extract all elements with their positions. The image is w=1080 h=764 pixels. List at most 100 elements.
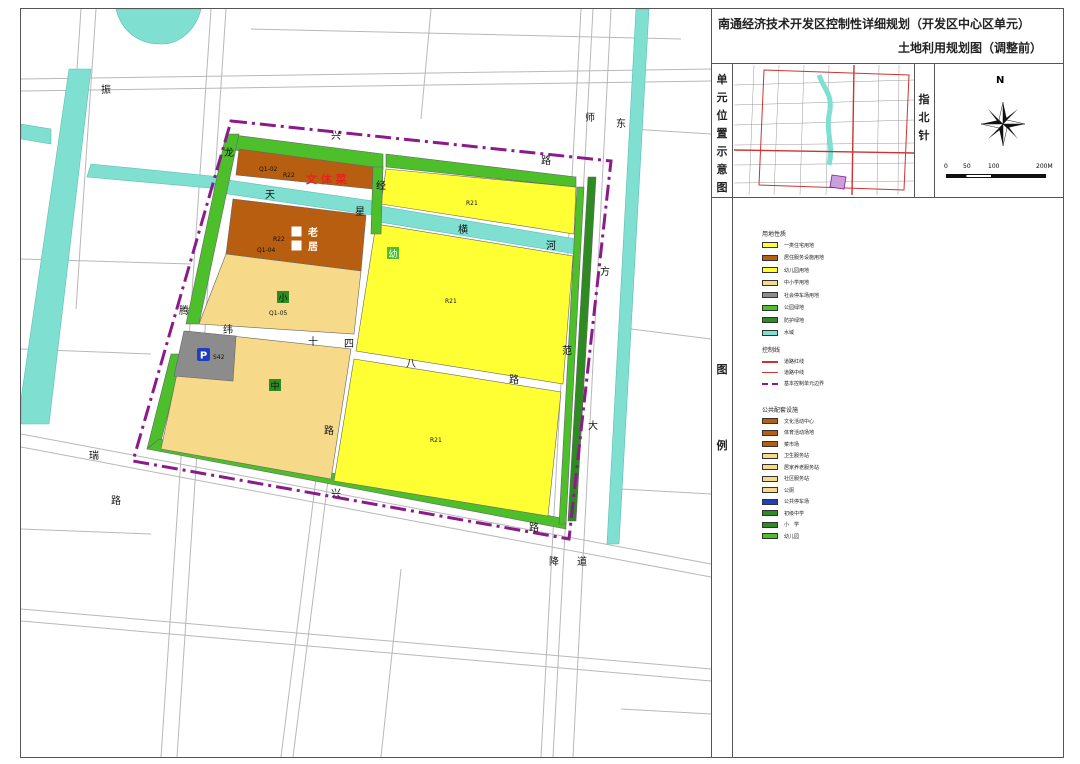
road-char: 路 (529, 521, 539, 534)
road-char: 腾 (179, 304, 189, 317)
parcel-code: R21 (430, 437, 442, 444)
info-panel: 南通经济技术开发区控制性详细规划（开发区中心区单元） 土地利用规划图（调整前） … (711, 9, 1064, 757)
legend-item: 道路红线 (762, 357, 804, 365)
legend-item: 水域 (762, 329, 794, 337)
road-line (380, 568, 402, 757)
legend-item: 菜市场 (762, 440, 799, 448)
road-char: 路 (324, 424, 334, 437)
legend-label: 中小学用地 (784, 280, 810, 286)
primary-school-glyph: 小 (278, 293, 287, 304)
legend-swatch (762, 254, 778, 261)
road-char: 瑞 (89, 450, 99, 462)
road-char: 东 (616, 117, 626, 130)
parking-glyph: P (200, 351, 207, 362)
road-char: 振 (101, 83, 111, 96)
legend-label: 道路中线 (784, 369, 805, 376)
legend-label: 幼儿园用地 (784, 267, 810, 274)
road-char: 大 (588, 419, 598, 432)
road-char: 纬 (223, 323, 233, 336)
legend-item: 幼儿园用地 (762, 266, 809, 274)
legend-label: 菜市场 (784, 441, 800, 448)
divider (914, 63, 915, 197)
legend-item: 道路中线 (762, 368, 804, 376)
road-line (21, 528, 152, 535)
land-use-title: 用地性质 (762, 231, 787, 238)
legend-label: 幼儿园 (784, 533, 800, 540)
road-line (21, 620, 711, 682)
road-char: 十 (308, 335, 318, 348)
north-arrow-label: 指 北 针 (918, 93, 930, 142)
legend-label: 公共停车场 (784, 499, 810, 505)
location-map (734, 65, 914, 195)
legend-label-top: 图 (716, 363, 728, 376)
legend-item: 一类住宅用地 (762, 241, 814, 249)
legend-label: 一类住宅用地 (784, 242, 815, 249)
legend-item: 卫生服务站 (762, 452, 809, 460)
road-line (630, 328, 711, 340)
road-line (21, 608, 711, 670)
legend-item: 公共停车场 (762, 498, 809, 506)
legend-label: 初级中学 (784, 510, 805, 517)
road-line (630, 128, 711, 135)
parcel-code: S42 (213, 354, 225, 361)
legend-swatch (762, 533, 778, 539)
legend-swatch (762, 487, 778, 493)
road-char: 横 (458, 223, 468, 236)
parcel-r21-bottom (333, 358, 562, 517)
compass-icon (980, 101, 1026, 147)
legend-item: 居住服务设施用地 (762, 254, 824, 262)
road-char: 降 (549, 555, 559, 568)
legend-label: 防护绿地 (784, 317, 805, 324)
divider (712, 63, 1064, 64)
road-char: 兴 (331, 130, 341, 142)
legend-line-swatch (762, 358, 778, 364)
legend-swatch (762, 521, 778, 528)
parcel-code: R21 (445, 298, 457, 305)
parcels (146, 133, 597, 530)
land-use-map: P 中 小 幼 老 居 文 体 菜 Q1-02 R22 R22 Q1-04 Q1… (21, 9, 711, 757)
legend-label: 文化活动中心 (784, 418, 815, 425)
scale-tick-label: 100 (988, 163, 1000, 170)
legend-swatch (762, 441, 778, 447)
legend-swatch (762, 317, 778, 323)
legend-label: 体育活动场地 (784, 430, 815, 436)
scale-tick-label: 200M (1036, 163, 1053, 170)
road-char: 路 (541, 154, 551, 167)
scale-bar (946, 174, 1046, 178)
road-char: 龙 (224, 146, 234, 159)
legend-line-swatch (762, 369, 778, 375)
legend-label: 社会停车场用地 (784, 292, 820, 299)
map-title: 南通经济技术开发区控制性详细规划（开发区中心区单元） (718, 17, 1031, 31)
legend-swatch (762, 452, 778, 459)
legend-item: 幼儿园 (762, 532, 799, 540)
legend-item: 初级中学 (762, 509, 804, 517)
road-line (620, 488, 711, 495)
legend-item: 防护绿地 (762, 316, 804, 324)
legend-label: 公园绿地 (784, 305, 805, 311)
legend-label: 小 学 (784, 522, 800, 528)
legend-item: 公厕 (762, 486, 794, 494)
elderly-care-glyph: 老 (307, 226, 318, 239)
parcel-code: Q1-04 (257, 247, 276, 254)
road-line (292, 440, 334, 757)
legend-swatch (762, 304, 778, 311)
divider (732, 63, 733, 197)
legend-item: 体育活动场地 (762, 429, 814, 437)
legend-label: 水域 (784, 330, 795, 336)
map-subtitle: 土地利用规划图（调整前） (897, 41, 1042, 55)
road-char: 四 (344, 339, 354, 350)
road-char: 师 (585, 111, 595, 124)
legend-swatch (762, 329, 778, 336)
legend-item: 社会停车场用地 (762, 291, 819, 299)
water-canal-right (606, 9, 650, 545)
culture-sports-market-label: 文 体 菜 (306, 172, 348, 186)
parcel-code: R22 (283, 172, 295, 179)
community-marker (290, 239, 303, 252)
scale-tick-label: 0 (944, 163, 948, 170)
road-char: 经 (376, 179, 386, 192)
legend-swatch (762, 498, 778, 505)
legend-item: 社区服务站 (762, 475, 809, 483)
facility-title: 公共配套设施 (762, 407, 799, 414)
middle-school-glyph: 中 (270, 380, 279, 392)
legend-item: 公园绿地 (762, 304, 804, 312)
